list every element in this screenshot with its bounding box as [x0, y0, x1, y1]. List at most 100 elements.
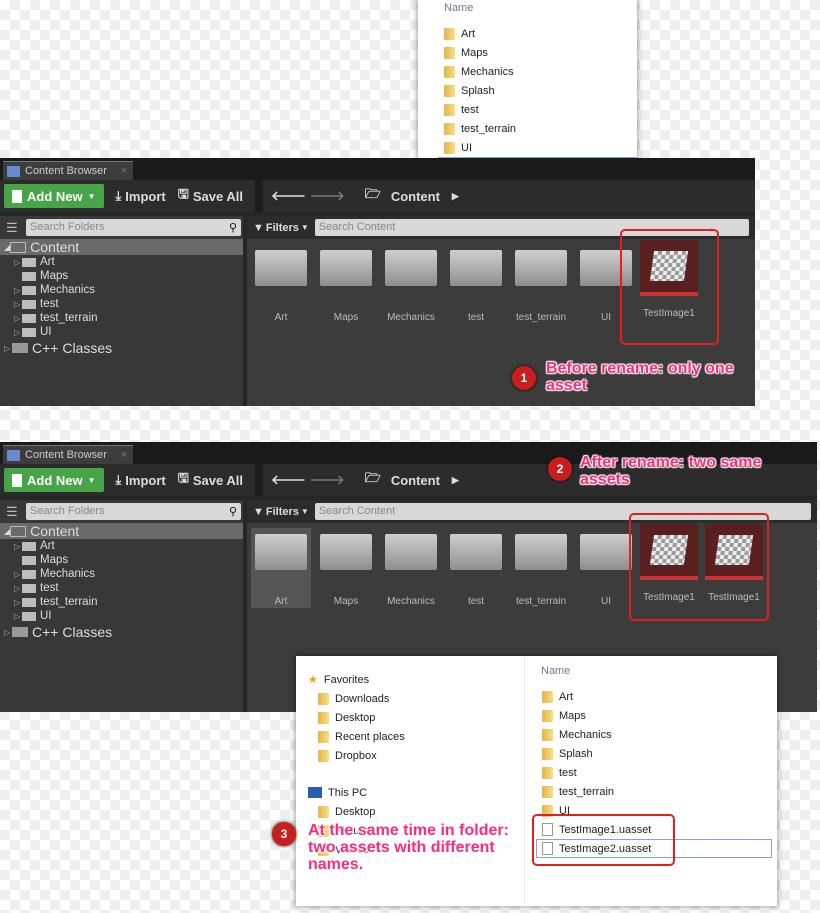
nav-item[interactable]: Desktop: [308, 708, 518, 727]
tree-item-cpp-classes[interactable]: ▷ C++ Classes: [0, 339, 243, 357]
forward-button[interactable]: 🡒: [310, 188, 345, 204]
tab-bar: Content Browser ×: [0, 158, 755, 180]
tree-item-folder[interactable]: ▷ test: [0, 297, 243, 311]
name-column-header[interactable]: Name: [444, 2, 637, 14]
tree-toggle-icon[interactable]: ☰: [6, 504, 26, 520]
tab-content-browser[interactable]: Content Browser ×: [3, 161, 133, 180]
folder-name: Maps: [461, 46, 488, 59]
save-icon: 🖫: [177, 470, 189, 485]
folder-item[interactable]: test: [444, 100, 637, 119]
back-button[interactable]: 🡐: [271, 472, 306, 488]
folder-tile[interactable]: test_terrain: [511, 244, 571, 324]
expand-arrow-icon[interactable]: ▷: [14, 612, 22, 621]
name-column-header[interactable]: Name: [541, 665, 570, 677]
folder-tile[interactable]: UI: [576, 528, 636, 608]
folder-item[interactable]: test_terrain: [542, 782, 772, 801]
folder-icon: [255, 534, 307, 570]
chevron-right-icon[interactable]: ▶: [452, 191, 459, 202]
close-tab-icon[interactable]: ×: [121, 165, 127, 177]
folder-item[interactable]: test: [542, 763, 772, 782]
search-folders-input[interactable]: Search Folders ⚲: [26, 219, 241, 236]
nav-icon: [318, 730, 329, 743]
import-button[interactable]: ⤓ Import: [116, 188, 166, 204]
search-folders-input[interactable]: Search Folders ⚲: [26, 503, 241, 520]
expand-arrow-icon[interactable]: ▷: [14, 300, 22, 309]
folder-name: UI: [461, 141, 472, 154]
tree-item-folder[interactable]: Maps: [0, 553, 243, 567]
tree-item-folder[interactable]: ▷ UI: [0, 609, 243, 623]
favorites-label[interactable]: Favorites: [324, 674, 369, 686]
tree-item-folder[interactable]: ▷ test_terrain: [0, 595, 243, 609]
save-all-button[interactable]: 🖫 Save All: [178, 469, 243, 491]
tree-item-folder[interactable]: ▷ test: [0, 581, 243, 595]
folder-item[interactable]: test_terrain: [444, 119, 637, 138]
tree-item-folder[interactable]: Maps: [0, 269, 243, 283]
expand-arrow-icon[interactable]: ▷: [14, 584, 22, 593]
folder-tile[interactable]: Maps: [316, 528, 376, 608]
filters-button[interactable]: ▼ Filters ▼: [253, 222, 309, 234]
search-icon[interactable]: ⚲: [229, 505, 237, 518]
expand-arrow-icon[interactable]: ▷: [14, 328, 22, 337]
folder-icon: [580, 534, 632, 570]
folder-tile[interactable]: Art: [251, 528, 311, 608]
content-browser-icon: [7, 449, 20, 461]
folder-tile[interactable]: Art: [251, 244, 311, 324]
nav-label: Recent places: [335, 730, 405, 743]
folder-icon: [22, 541, 36, 551]
this-pc-label[interactable]: This PC: [328, 787, 367, 799]
folder-icon: [444, 65, 455, 78]
tree-item-folder[interactable]: ▷ Art: [0, 539, 243, 553]
close-tab-icon[interactable]: ×: [121, 449, 127, 461]
nav-item[interactable]: Recent places: [308, 727, 518, 746]
tree-item-folder[interactable]: ▷ UI: [0, 325, 243, 339]
filters-button[interactable]: ▼ Filters ▼: [253, 506, 309, 518]
folder-tile[interactable]: test: [446, 244, 506, 324]
folder-item[interactable]: Art: [444, 24, 637, 43]
back-button[interactable]: 🡐: [271, 188, 306, 204]
folder-tile[interactable]: Maps: [316, 244, 376, 324]
expand-arrow-icon[interactable]: ▷: [14, 314, 22, 323]
nav-item[interactable]: Dropbox: [308, 746, 518, 765]
expand-arrow-icon[interactable]: ▷: [14, 598, 22, 607]
tree-item-folder[interactable]: ▷ Mechanics: [0, 567, 243, 581]
add-new-button[interactable]: Add New ▼: [4, 184, 104, 208]
save-all-button[interactable]: 🖫 Save All: [178, 185, 243, 207]
tree-item-content[interactable]: ◢ Content: [0, 239, 243, 255]
add-new-button[interactable]: Add New ▼: [4, 468, 104, 492]
tree-toggle-icon[interactable]: ☰: [6, 220, 26, 236]
folder-item[interactable]: Maps: [444, 43, 637, 62]
folder-item[interactable]: Mechanics: [542, 725, 772, 744]
folder-item[interactable]: Mechanics: [444, 62, 637, 81]
tree-item-folder[interactable]: ▷ test_terrain: [0, 311, 243, 325]
path-content[interactable]: 🗁 Content ▶: [365, 469, 459, 491]
tree-item-cpp-classes[interactable]: ▷ C++ Classes: [0, 623, 243, 641]
nav-item[interactable]: Desktop: [308, 802, 518, 821]
expand-arrow-icon[interactable]: ▷: [14, 570, 22, 579]
tree-item-folder[interactable]: ▷ Mechanics: [0, 283, 243, 297]
path-content[interactable]: 🗁 Content ▶: [365, 185, 459, 207]
folder-item[interactable]: Art: [542, 687, 772, 706]
chevron-right-icon[interactable]: ▶: [452, 475, 459, 486]
folder-tile[interactable]: Mechanics: [381, 528, 441, 608]
folder-item[interactable]: Splash: [542, 744, 772, 763]
tree-item-folder[interactable]: ▷ Art: [0, 255, 243, 269]
forward-button[interactable]: 🡒: [310, 472, 345, 488]
import-button[interactable]: ⤓ Import: [116, 472, 166, 488]
folder-tile[interactable]: test_terrain: [511, 528, 571, 608]
expand-arrow-icon[interactable]: ▷: [14, 258, 22, 267]
filter-icon: ▼: [253, 505, 264, 518]
chevron-down-icon: ▼: [300, 507, 309, 516]
folder-item[interactable]: UI: [444, 138, 637, 157]
step-number-badge: 1: [512, 366, 536, 390]
folder-tile[interactable]: test: [446, 528, 506, 608]
tree-item-content[interactable]: ◢ Content: [0, 523, 243, 539]
folder-item[interactable]: Maps: [542, 706, 772, 725]
folder-item[interactable]: Splash: [444, 81, 637, 100]
expand-arrow-icon[interactable]: ▷: [14, 286, 22, 295]
folder-icon: [385, 534, 437, 570]
expand-arrow-icon[interactable]: ▷: [14, 542, 22, 551]
tab-content-browser[interactable]: Content Browser ×: [3, 445, 133, 464]
search-icon[interactable]: ⚲: [229, 221, 237, 234]
nav-item[interactable]: Downloads: [308, 689, 518, 708]
folder-tile[interactable]: Mechanics: [381, 244, 441, 324]
